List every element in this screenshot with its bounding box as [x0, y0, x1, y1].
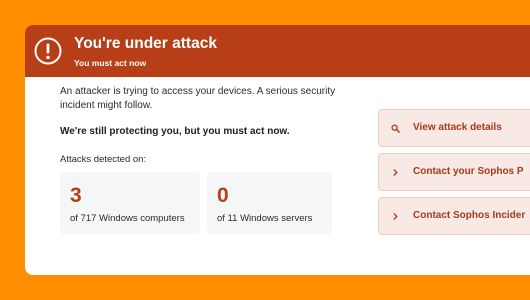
servers-total-caption: of 11 Windows servers	[217, 213, 313, 224]
computers-total-caption: of 717 Windows computers	[70, 213, 185, 224]
computers-attacked-count: 3	[70, 184, 82, 207]
page-background: You're under attack You must act now An …	[0, 0, 530, 300]
view-attack-details-button[interactable]: View attack details	[378, 109, 530, 147]
attack-alert-panel: You're under attack You must act now An …	[25, 25, 530, 275]
attacks-detected-label: Attacks detected on:	[60, 154, 147, 165]
contact-sophos-incident-response-button[interactable]: Contact Sophos Incider	[378, 197, 530, 235]
alert-body: An attacker is trying to access your dev…	[60, 85, 340, 166]
attack-message: An attacker is trying to access your dev…	[60, 86, 336, 111]
alert-header: You're under attack You must act now	[25, 25, 530, 77]
servers-attacked-count: 0	[217, 184, 229, 207]
chevron-right-icon	[393, 168, 398, 176]
view-attack-details-label: View attack details	[413, 122, 502, 133]
computers-stat-card: 3 of 717 Windows computers	[60, 172, 200, 234]
servers-stat-card: 0 of 11 Windows servers	[207, 172, 332, 234]
contact-sophos-incident-response-label: Contact Sophos Incider	[413, 210, 526, 221]
alert-title: You're under attack	[74, 34, 217, 52]
search-icon	[391, 123, 400, 133]
alert-subtitle: You must act now	[74, 57, 147, 68]
alert-titles: You're under attack You must act now	[74, 34, 217, 69]
action-list: View attack details Contact your Sophos …	[378, 109, 530, 241]
contact-sophos-partner-button[interactable]: Contact your Sophos P	[378, 153, 530, 191]
protection-notice: We're still protecting you, but you must…	[60, 126, 290, 137]
exclamation-circle-icon	[34, 37, 62, 65]
attack-stats: 3 of 717 Windows computers 0 of 11 Windo…	[60, 172, 332, 234]
contact-sophos-partner-label: Contact your Sophos P	[413, 166, 524, 177]
chevron-right-icon	[393, 212, 398, 220]
